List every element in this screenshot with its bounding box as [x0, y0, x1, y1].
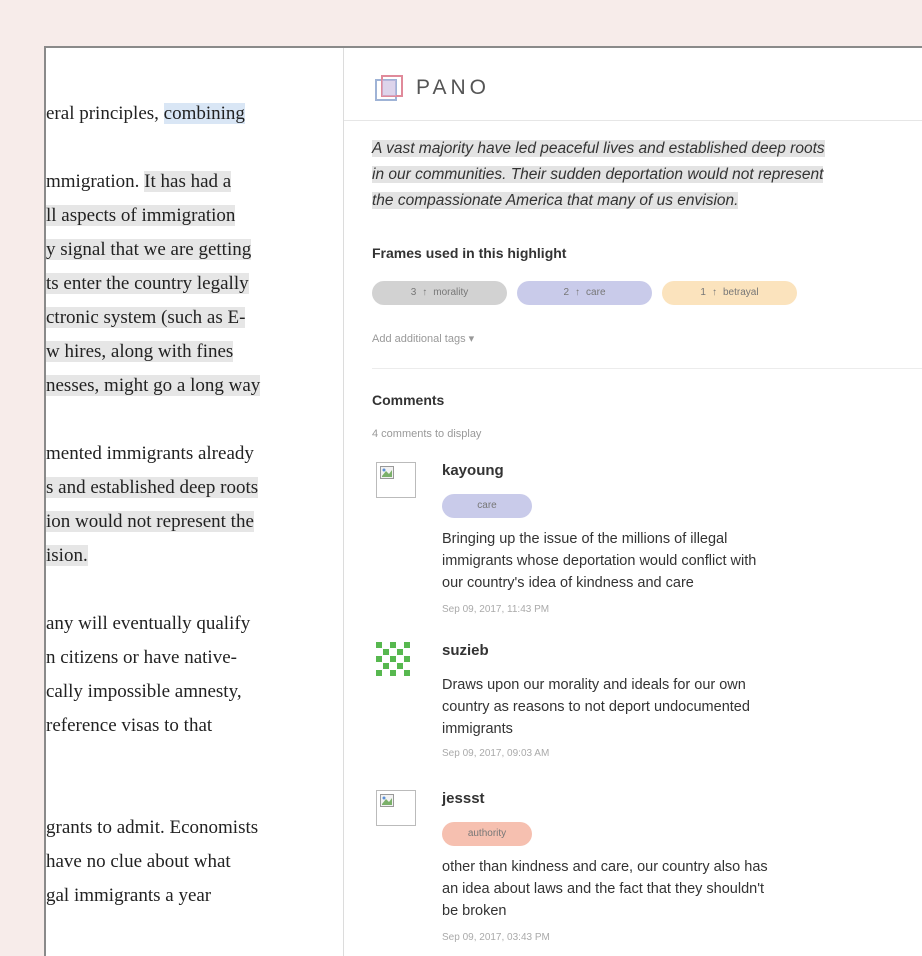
article-line: ion would not represent the	[46, 511, 254, 532]
highlight-quote: A vast majority have led peaceful lives …	[372, 136, 922, 214]
frame-count: 1	[700, 287, 706, 298]
pano-logo-icon	[375, 75, 403, 101]
article-text: eral principles, combining mmigration. It…	[46, 48, 343, 956]
article-line: ctronic system (such as E-	[46, 307, 246, 328]
article-line: nesses, might go a long way	[46, 375, 261, 396]
upvote-icon: ↑	[422, 287, 428, 298]
article-line: w hires, along with fines	[46, 341, 234, 362]
app-window: eral principles, combining mmigration. It…	[44, 46, 922, 956]
frame-chip-betrayal[interactable]: 1 ↑ betrayal	[662, 281, 797, 305]
comment-date: Sep 09, 2017, 11:43 PM	[442, 604, 550, 615]
comment-text: Draws upon our morality and ideals for o…	[442, 677, 750, 737]
broken-image-icon	[380, 794, 394, 807]
avatar	[376, 790, 416, 826]
article-line: ll aspects of immigration	[46, 205, 236, 226]
frame-label: care	[586, 287, 606, 298]
article-line: ts enter the country legally	[46, 273, 249, 294]
avatar	[376, 462, 416, 498]
article-line: any will eventually qualify	[46, 613, 251, 634]
frame-label: morality	[433, 287, 469, 298]
article-line: ision.	[46, 545, 88, 566]
article-pane[interactable]: eral principles, combining mmigration. It…	[46, 48, 344, 956]
frames-title: Frames used in this highlight	[372, 245, 567, 261]
article-line: mmigration. It has had a	[46, 171, 232, 192]
article-line: s and established deep roots	[46, 477, 259, 498]
article-line: y signal that we are getting	[46, 239, 252, 260]
article-line	[46, 746, 343, 774]
frame-label: betrayal	[722, 287, 759, 298]
comment-username[interactable]: kayoung	[442, 462, 504, 479]
comments-count: 4 comments to display	[372, 428, 482, 440]
upvote-icon: ↑	[711, 287, 717, 298]
article-line: have no clue about what	[46, 851, 231, 872]
pano-header: PANO	[344, 48, 922, 121]
article-line	[46, 780, 343, 808]
article-line	[46, 576, 343, 604]
broken-image-icon	[380, 466, 394, 479]
comment-text: other than kindness and care, our countr…	[442, 859, 768, 919]
avatar-identicon	[376, 642, 410, 676]
caret-down-icon: ▾	[468, 333, 475, 345]
comment-date: Sep 09, 2017, 09:03 AM	[442, 748, 550, 759]
add-tags-dropdown[interactable]: Add additional tags ▾	[372, 332, 474, 345]
comment-tag[interactable]: authority	[442, 822, 532, 846]
comment-date: Sep 09, 2017, 03:43 PM	[442, 932, 550, 943]
article-line: gal immigrants a year	[46, 885, 212, 906]
article-line: cally impossible amnesty,	[46, 681, 242, 702]
divider	[372, 368, 922, 369]
frame-chip-morality[interactable]: 3 ↑ morality	[372, 281, 507, 305]
comment-tag[interactable]: care	[442, 494, 532, 518]
article-line: mented immigrants already	[46, 443, 254, 464]
comment-username[interactable]: jessst	[442, 790, 485, 807]
quote-line: in our communities. Their sudden deporta…	[372, 166, 824, 183]
frame-count: 2	[563, 287, 570, 298]
article-line: eral principles, combining	[46, 103, 245, 124]
pano-title: PANO	[416, 76, 490, 99]
article-line	[46, 406, 343, 434]
pano-panel: PANO A vast majority have led peaceful l…	[344, 48, 922, 956]
article-line: grants to admit. Economists	[46, 817, 259, 838]
upvote-icon: ↑	[575, 287, 581, 298]
article-line: n citizens or have native-	[46, 647, 237, 668]
comment-username[interactable]: suzieb	[442, 642, 489, 659]
article-line: reference visas to that	[46, 715, 213, 736]
comments-title: Comments	[372, 392, 445, 408]
quote-line: A vast majority have led peaceful lives …	[372, 140, 825, 157]
frame-chip-care[interactable]: 2 ↑ care	[517, 281, 652, 305]
quote-line: the compassionate America that many of u…	[372, 192, 739, 209]
comment-text: Bringing up the issue of the millions of…	[442, 531, 757, 591]
add-tags-label: Add additional tags	[372, 333, 466, 345]
article-line	[46, 134, 343, 162]
frame-count: 3	[410, 287, 417, 298]
